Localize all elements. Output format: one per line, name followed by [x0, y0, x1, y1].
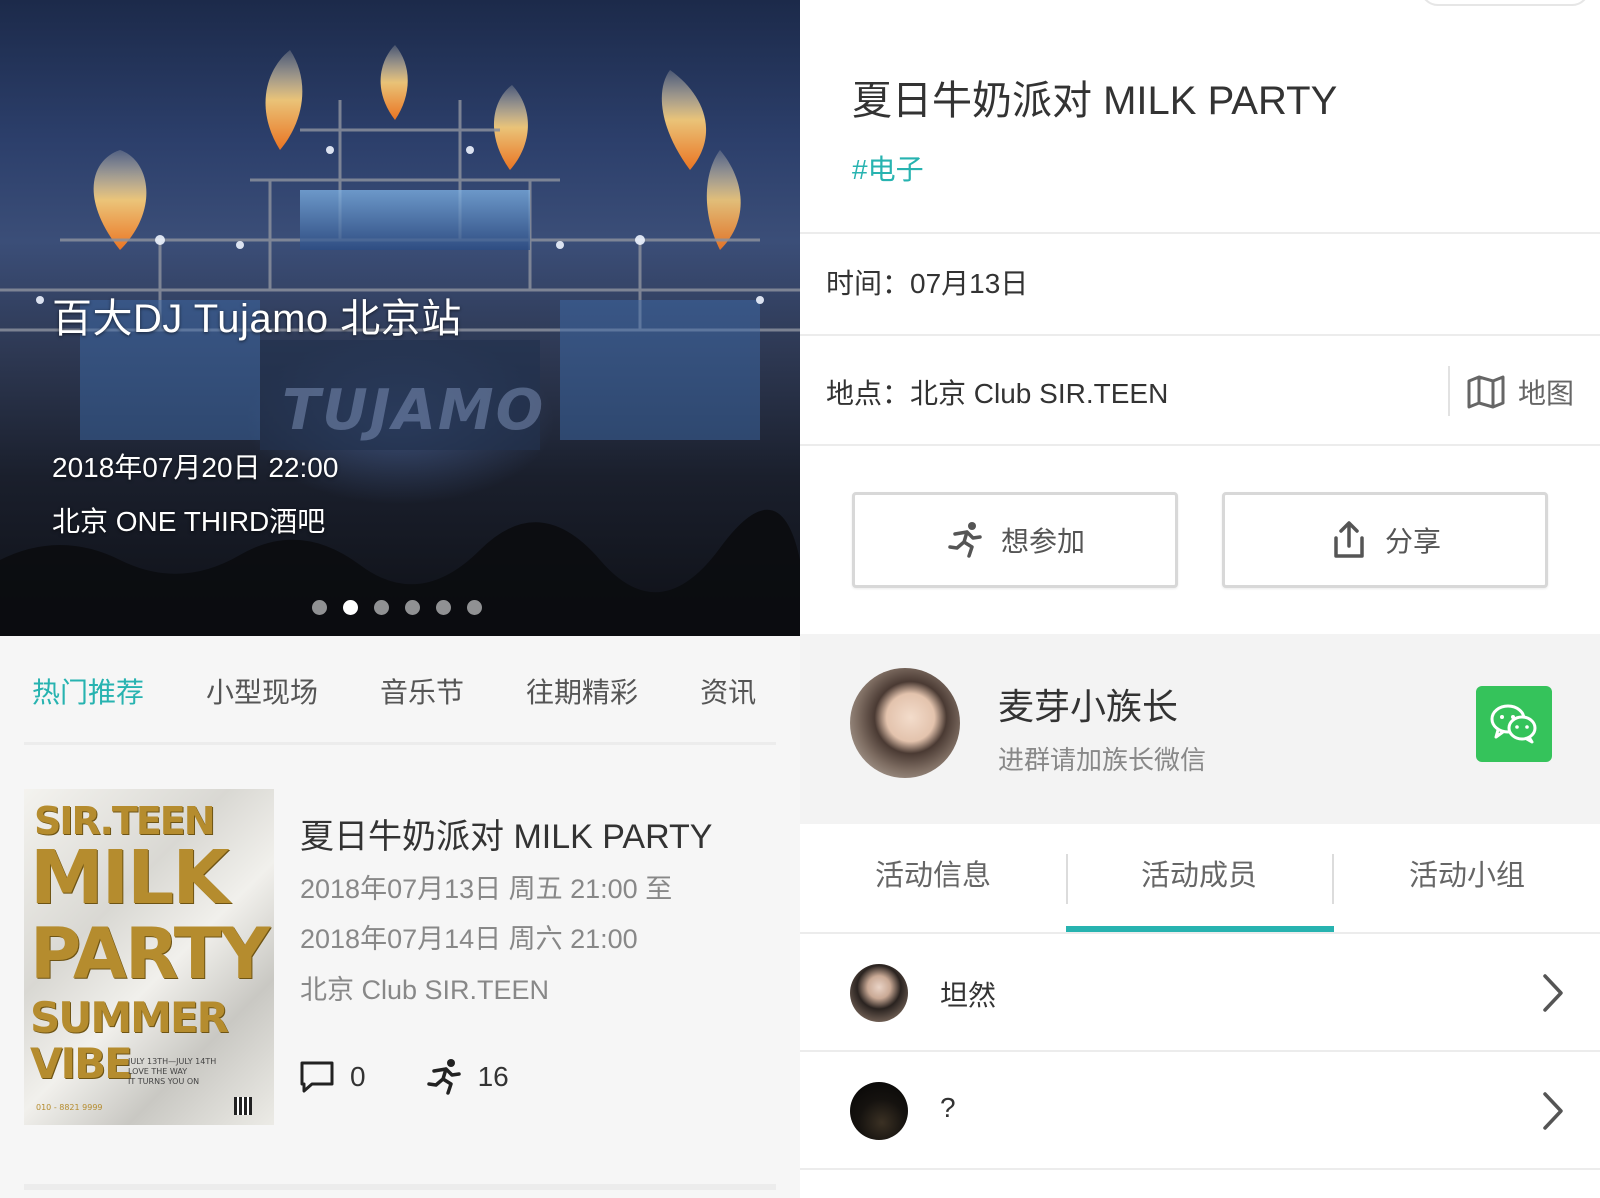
- avatar: [850, 1082, 908, 1140]
- category-tabs: 热门推荐 小型现场 音乐节 往期精彩 资讯: [0, 636, 800, 746]
- poster-text: LOVE THE WAY: [128, 1067, 188, 1076]
- carousel-dot[interactable]: [405, 600, 420, 615]
- map-button[interactable]: 地图: [1466, 372, 1574, 412]
- tab-music-festival[interactable]: 音乐节: [380, 671, 464, 711]
- divider: [1448, 366, 1450, 416]
- group-leader-card: 麦芽小族长 进群请加族长微信: [800, 634, 1600, 824]
- event-title[interactable]: 夏日牛奶派对 MILK PARTY: [300, 809, 712, 858]
- carousel-dot-active[interactable]: [343, 600, 358, 615]
- comment-icon: [300, 1061, 334, 1093]
- divider: [800, 444, 1600, 446]
- event-time-start: 2018年07月13日 周五 21:00 至: [300, 874, 673, 904]
- detail-title: 夏日牛奶派对 MILK PARTY: [852, 79, 1338, 123]
- place-label: 地点：: [826, 378, 911, 409]
- poster-text: PARTY: [30, 913, 270, 995]
- leader-name: 麦芽小族长: [998, 686, 1179, 727]
- divider: [800, 232, 1600, 234]
- detail-tabs: 活动信息 活动成员 活动小组: [800, 824, 1600, 934]
- event-time-end: 2018年07月14日 周六 21:00: [300, 924, 638, 954]
- tab-news[interactable]: 资讯: [700, 671, 756, 711]
- event-poster[interactable]: SIR.TEEN MILK PARTY SUMMER VIBE JULY 13T…: [24, 789, 274, 1125]
- event-venue: 北京 Club SIR.TEEN: [300, 975, 550, 1005]
- tab-activity-groups[interactable]: 活动小组: [1334, 852, 1600, 894]
- place-value: 北京 Club SIR.TEEN: [910, 378, 1169, 409]
- join-label: 想参加: [1000, 526, 1085, 557]
- event-stats: 0 16: [298, 1057, 567, 1097]
- time-value: 07月13日: [910, 268, 1029, 299]
- carousel-dot[interactable]: [467, 600, 482, 615]
- wechat-button[interactable]: [1476, 686, 1552, 762]
- member-name: 坦然: [940, 980, 997, 1011]
- avatar[interactable]: [850, 668, 960, 778]
- banner-watermark: TUJAMO: [282, 378, 546, 443]
- member-row[interactable]: 坦然: [800, 934, 1600, 1050]
- banner-carousel[interactable]: TUJAMO 百大DJ Tujamo 北京站 2018年07月20日 22:00…: [0, 0, 800, 636]
- share-button[interactable]: 分享: [1222, 492, 1548, 588]
- participant-count: 16: [477, 1061, 509, 1092]
- share-label: 分享: [1384, 526, 1441, 557]
- banner-venue: 北京 ONE THIRD酒吧: [52, 506, 326, 537]
- running-icon: [426, 1059, 461, 1095]
- genre-tag[interactable]: #电子: [852, 148, 924, 188]
- qr-code-icon: [234, 1097, 252, 1115]
- member-row[interactable]: ?: [800, 1052, 1600, 1168]
- poster-text: JULY 13TH—JULY 14TH: [128, 1057, 217, 1066]
- top-button-edge[interactable]: [1420, 0, 1590, 6]
- banner-date: 2018年07月20日 22:00: [52, 452, 339, 483]
- tab-small-live[interactable]: 小型现场: [206, 671, 318, 711]
- comment-count: 0: [350, 1061, 366, 1092]
- poster-text: SUMMER: [30, 993, 229, 1042]
- event-card[interactable]: SIR.TEEN MILK PARTY SUMMER VIBE JULY 13T…: [0, 745, 800, 1185]
- avatar: [850, 964, 908, 1022]
- poster-text: IT TURNS YOU ON: [128, 1077, 200, 1086]
- carousel-dot[interactable]: [436, 600, 451, 615]
- poster-text: 010 - 8821 9999: [36, 1103, 103, 1112]
- divider: [1332, 854, 1334, 904]
- divider: [800, 1168, 1600, 1170]
- tab-past-highlights[interactable]: 往期精彩: [526, 671, 638, 711]
- carousel-dots[interactable]: [312, 600, 482, 615]
- carousel-dot[interactable]: [312, 600, 327, 615]
- share-icon: [1334, 521, 1364, 558]
- place-row: 地点：北京 Club SIR.TEEN: [826, 372, 1168, 412]
- time-row: 时间：07月13日: [826, 262, 1028, 302]
- time-label: 时间：: [826, 268, 911, 299]
- divider: [800, 334, 1600, 336]
- carousel-dot[interactable]: [374, 600, 389, 615]
- divider: [24, 1184, 776, 1190]
- tab-activity-members[interactable]: 活动成员: [1066, 852, 1332, 894]
- left-panel: TUJAMO 百大DJ Tujamo 北京站 2018年07月20日 22:00…: [0, 0, 800, 1198]
- poster-text: VIBE: [30, 1039, 133, 1088]
- map-label: 地图: [1518, 378, 1575, 409]
- member-name: ?: [940, 1092, 956, 1123]
- right-panel: 夏日牛奶派对 MILK PARTY #电子 时间：07月13日 地点：北京 Cl…: [800, 0, 1600, 1198]
- map-icon: [1467, 375, 1505, 409]
- poster-text: MILK: [30, 835, 230, 921]
- banner-title[interactable]: 百大DJ Tujamo 北京站: [52, 286, 462, 344]
- running-icon: [948, 522, 982, 558]
- chevron-right-icon: [1543, 974, 1563, 1012]
- participant-stat[interactable]: 16: [424, 1057, 509, 1097]
- want-to-join-button[interactable]: 想参加: [852, 492, 1178, 588]
- tab-hot-recommend[interactable]: 热门推荐: [32, 671, 144, 711]
- comment-stat[interactable]: 0: [298, 1058, 366, 1096]
- divider: [1066, 854, 1068, 904]
- leader-subtitle: 进群请加族长微信: [998, 745, 1207, 775]
- chevron-right-icon: [1543, 1092, 1563, 1130]
- wechat-icon: [1490, 704, 1537, 744]
- tab-activity-info[interactable]: 活动信息: [800, 852, 1066, 894]
